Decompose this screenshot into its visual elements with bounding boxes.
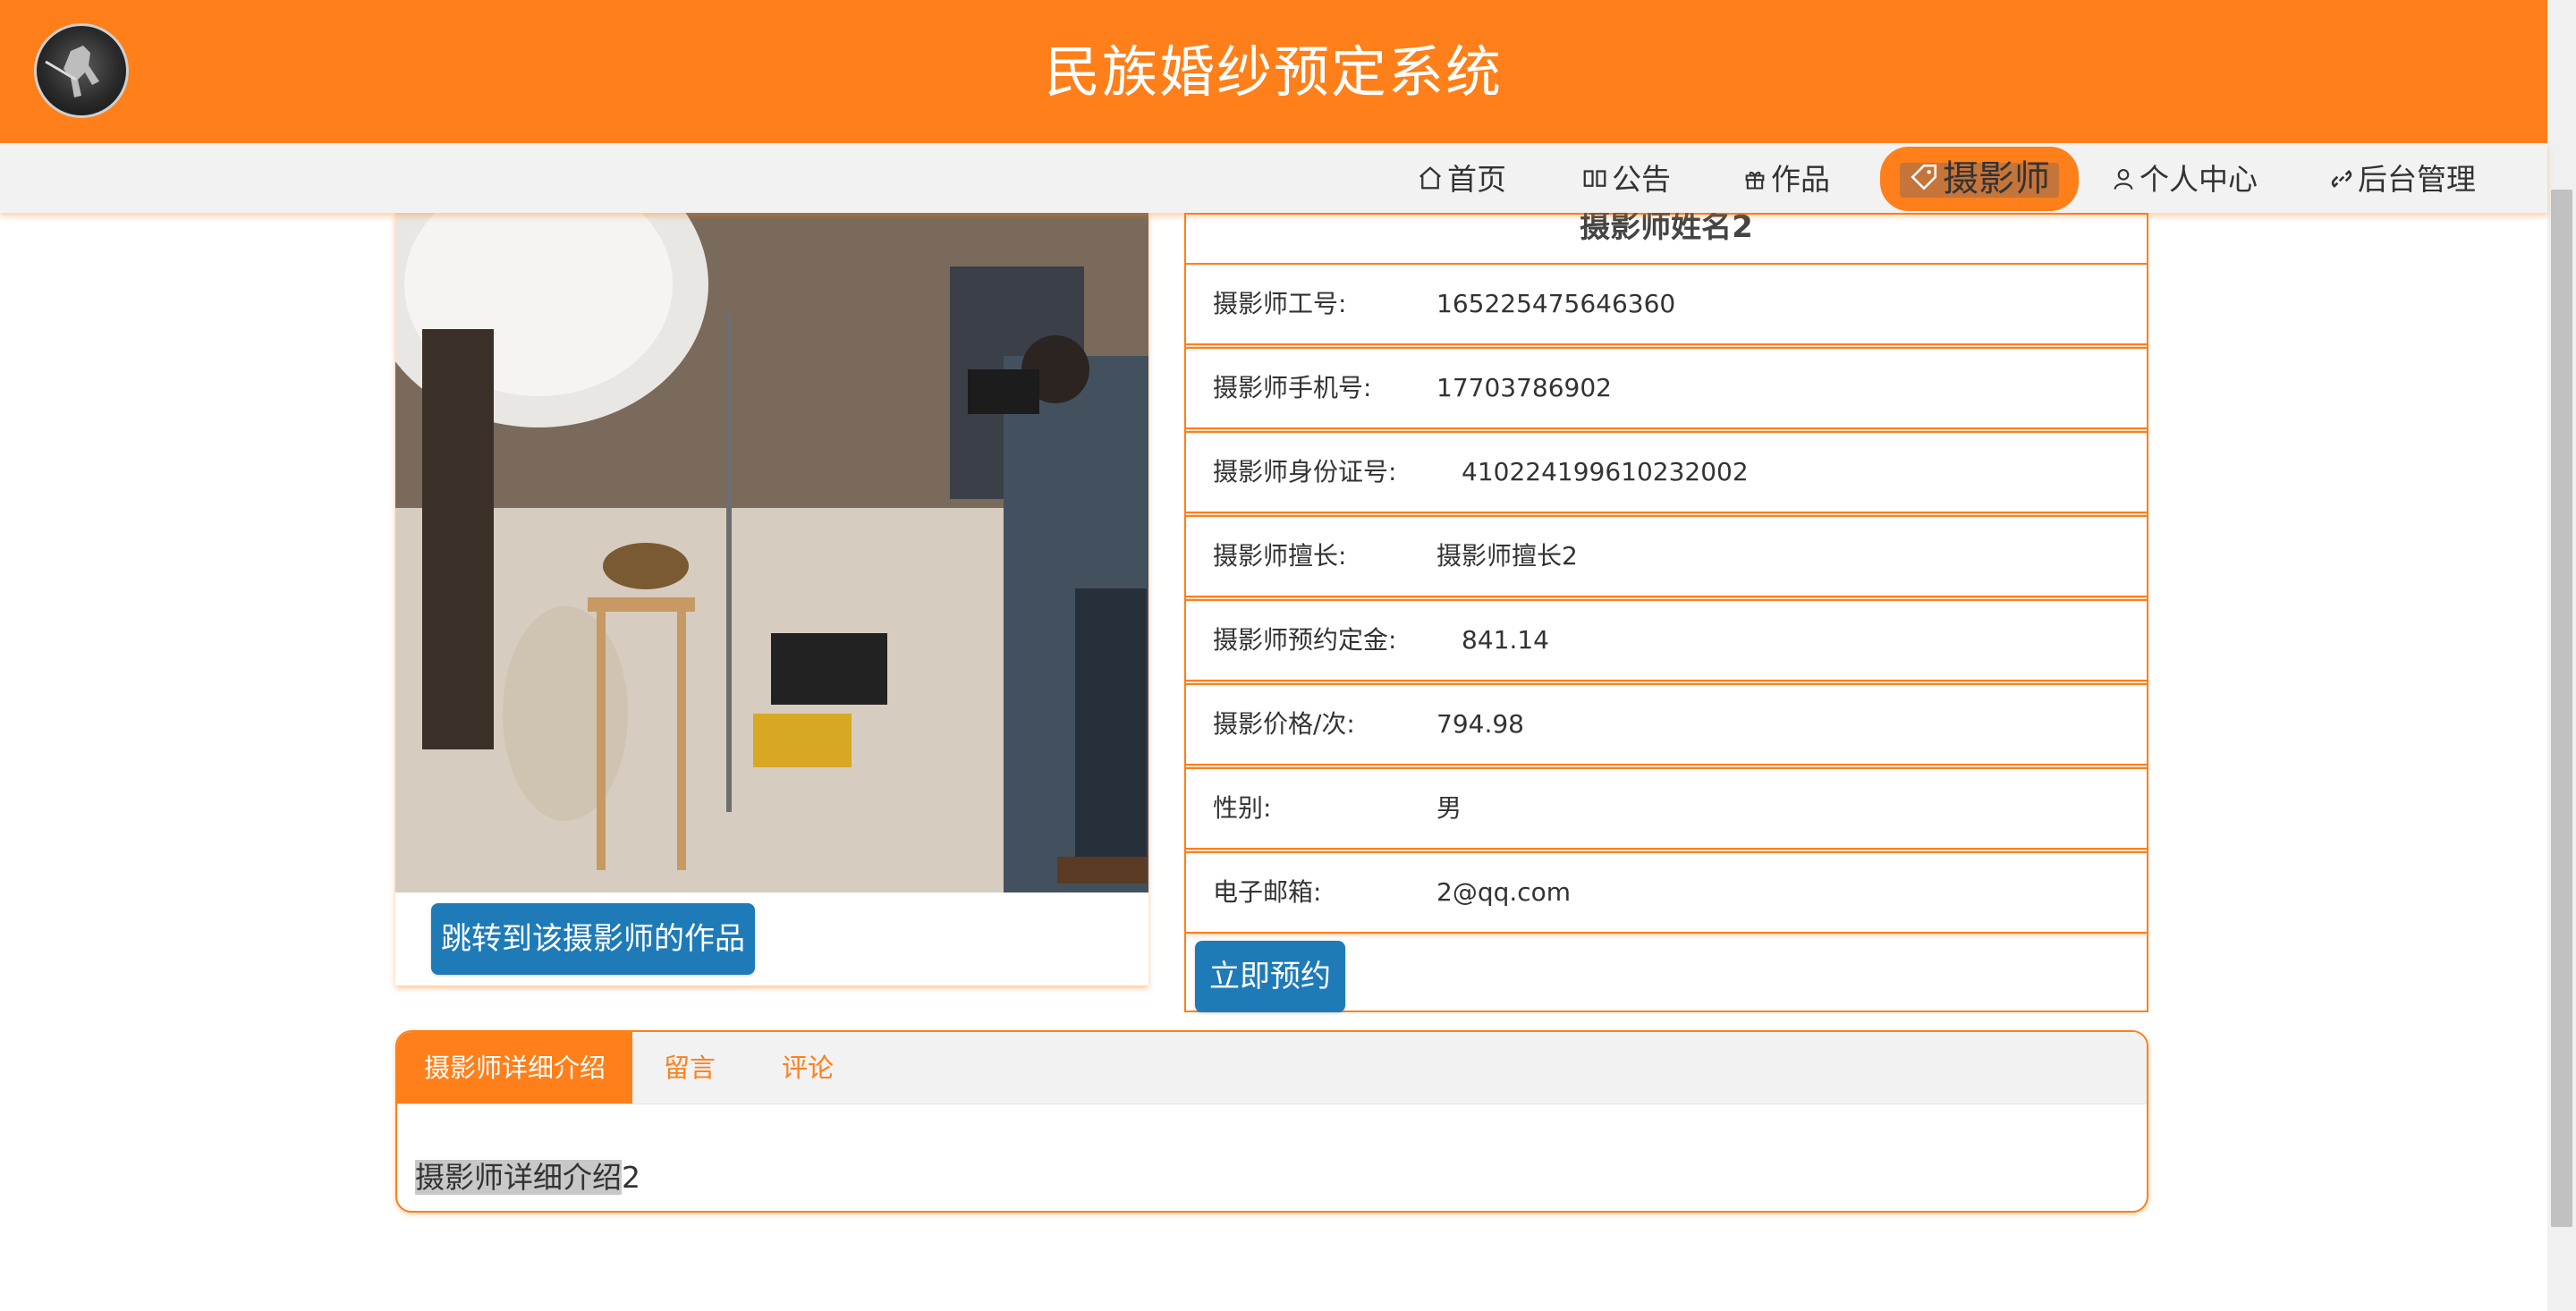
info-value: 17703786902 (1436, 373, 1612, 402)
studio-photo-illustration (395, 213, 1148, 892)
site-header: 民族婚纱预定系统 (0, 0, 2547, 143)
gift-icon (1742, 156, 1767, 207)
link-icon (2329, 156, 2354, 207)
home-icon (1417, 156, 1444, 207)
intro-text-suffix: 2 (622, 1160, 640, 1195)
nav-item-works[interactable]: 作品 (1742, 154, 1830, 206)
nav-label-notice: 公告 (1612, 162, 1671, 197)
view-works-button[interactable]: 跳转到该摄影师的作品 (431, 903, 755, 975)
info-label: 性别: (1213, 793, 1272, 823)
info-value: 841.14 (1462, 625, 1549, 655)
nav-item-home[interactable]: 首页 (1417, 154, 1506, 206)
intro-text-highlight: 摄影师详细介绍 (415, 1160, 622, 1195)
info-label: 摄影师手机号: (1213, 373, 1372, 402)
nav-item-photographer[interactable]: 摄影师 (1880, 147, 2079, 211)
tab-intro[interactable]: 摄影师详细介绍 (397, 1032, 633, 1104)
info-row-specialty: 摄影师擅长: 摄影师擅长2 (1186, 515, 2147, 597)
info-label: 摄影师身份证号: (1213, 457, 1397, 486)
info-label: 摄影师工号: (1213, 289, 1347, 318)
info-value: 165225475646360 (1436, 289, 1676, 318)
tab-content: 摄影师详细介绍2 (415, 1154, 640, 1197)
info-row-gender: 性别: 男 (1186, 767, 2147, 850)
user-icon (2111, 156, 2136, 207)
main-nav: 首页 公告 作品 摄影师 个人中心 后台管理 (0, 143, 2547, 213)
photographer-photo (395, 213, 1148, 892)
info-value: 男 (1436, 793, 1462, 823)
nav-label-profile: 个人中心 (2140, 162, 2258, 197)
nav-label-works: 作品 (1771, 162, 1830, 197)
info-value: 2@qq.com (1436, 877, 1572, 907)
tabs-bar: 摄影师详细介绍 留言 评论 (397, 1032, 2147, 1104)
info-label: 摄影师擅长: (1213, 541, 1347, 571)
scrollbar-thumb[interactable] (2551, 190, 2572, 1227)
info-row-deposit: 摄影师预约定金: 841.14 (1186, 599, 2147, 681)
info-row-phone: 摄影师手机号: 17703786902 (1186, 347, 2147, 429)
nav-item-profile[interactable]: 个人中心 (2111, 154, 2258, 206)
info-label: 摄影价格/次: (1213, 709, 1355, 739)
book-icon (1581, 156, 1608, 207)
detail-tabs: 摄影师详细介绍 留言 评论 摄影师详细介绍2 (395, 1030, 2148, 1213)
nav-label-home: 首页 (1447, 162, 1506, 197)
info-row-idcard: 摄影师身份证号: 410224199610232002 (1186, 431, 2147, 513)
book-now-button[interactable]: 立即预约 (1195, 941, 1345, 1012)
info-value: 794.98 (1436, 709, 1524, 739)
nav-label-photographer: 摄影师 (1943, 158, 2050, 199)
page-scrollbar[interactable] (2547, 0, 2576, 1311)
photographer-photo-card: 跳转到该摄影师的作品 (395, 213, 1148, 985)
info-row-price: 摄影价格/次: 794.98 (1186, 683, 2147, 765)
nav-item-notice[interactable]: 公告 (1581, 154, 1671, 206)
tab-message[interactable]: 留言 (664, 1032, 716, 1104)
nav-item-admin[interactable]: 后台管理 (2329, 154, 2476, 206)
info-row-id: 摄影师工号: 165225475646360 (1186, 263, 2147, 345)
info-row-email: 电子邮箱: 2@qq.com (1186, 851, 2147, 934)
info-label: 摄影师预约定金: (1213, 625, 1397, 655)
site-title: 民族婚纱预定系统 (1044, 39, 1503, 105)
info-label: 电子邮箱: (1213, 877, 1322, 907)
info-value: 摄影师擅长2 (1436, 541, 1578, 571)
photographer-info-panel: 摄影师姓名2 摄影师工号: 165225475646360 摄影师手机号: 17… (1184, 209, 2148, 1012)
nav-label-admin: 后台管理 (2358, 162, 2476, 197)
tag-icon (1909, 150, 1939, 215)
info-value: 410224199610232002 (1462, 457, 1749, 486)
tab-comment[interactable]: 评论 (782, 1032, 834, 1104)
